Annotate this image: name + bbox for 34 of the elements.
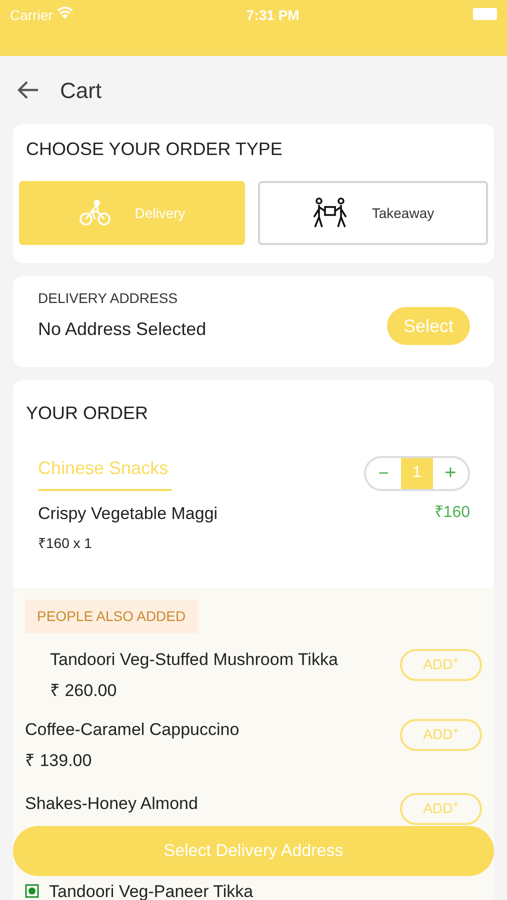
suggestion-price: ₹ 260.00 (50, 680, 118, 702)
page-title: Cart (60, 76, 102, 104)
battery-icon (472, 8, 497, 20)
order-type-option[interactable]: Takeaway (258, 181, 488, 245)
suggestion-price: ₹ 139.00 (25, 750, 93, 772)
item-name: Crispy Vegetable Maggi (38, 503, 218, 525)
select-button[interactable]: Select (387, 307, 470, 345)
order-type-option[interactable]: Delivery (19, 181, 245, 245)
suggestion-name: Tandoori Veg-Paneer Tikka (49, 880, 254, 900)
wifi-icon (56, 6, 73, 20)
select-delivery-address-button[interactable]: Select Delivery Address (13, 826, 494, 876)
category-tab[interactable]: Chinese Snacks (38, 455, 172, 491)
carrier-label: Carrier (10, 6, 53, 25)
add-button[interactable]: ADD$^{+}$ (400, 718, 482, 750)
suggestions-heading: PEOPLE ALSO ADDED (25, 600, 198, 632)
bicycle-icon (78, 200, 111, 226)
address-label: DELIVERY ADDRESS (38, 289, 179, 308)
back-arrow-icon[interactable] (16, 80, 40, 100)
decrement-button[interactable]: − (366, 458, 401, 488)
suggestion-name: Coffee-Caramel Cappuccino (25, 718, 240, 740)
people-carrying-box-icon (312, 197, 348, 229)
veg-mark-icon (25, 884, 39, 898)
clock-time: 7:31 PM (246, 6, 300, 25)
add-button[interactable]: ADD$^{+}$ (400, 792, 482, 824)
item-detail: ₹160 x 1 (38, 534, 93, 552)
suggestion-name: Shakes-Honey Almond (25, 792, 198, 814)
quantity-value: 1 (401, 458, 433, 488)
suggestion-name: Tandoori Veg-Stuffed Mushroom Tikka (50, 648, 338, 670)
item-total: ₹160 (434, 503, 470, 523)
add-button[interactable]: ADD$^{+}$ (400, 648, 482, 680)
increment-button[interactable]: + (433, 458, 468, 488)
section-title: CHOOSE YOUR ORDER TYPE (25, 138, 284, 161)
section-title: YOUR ORDER (26, 402, 150, 425)
address-value: No Address Selected (38, 318, 206, 341)
